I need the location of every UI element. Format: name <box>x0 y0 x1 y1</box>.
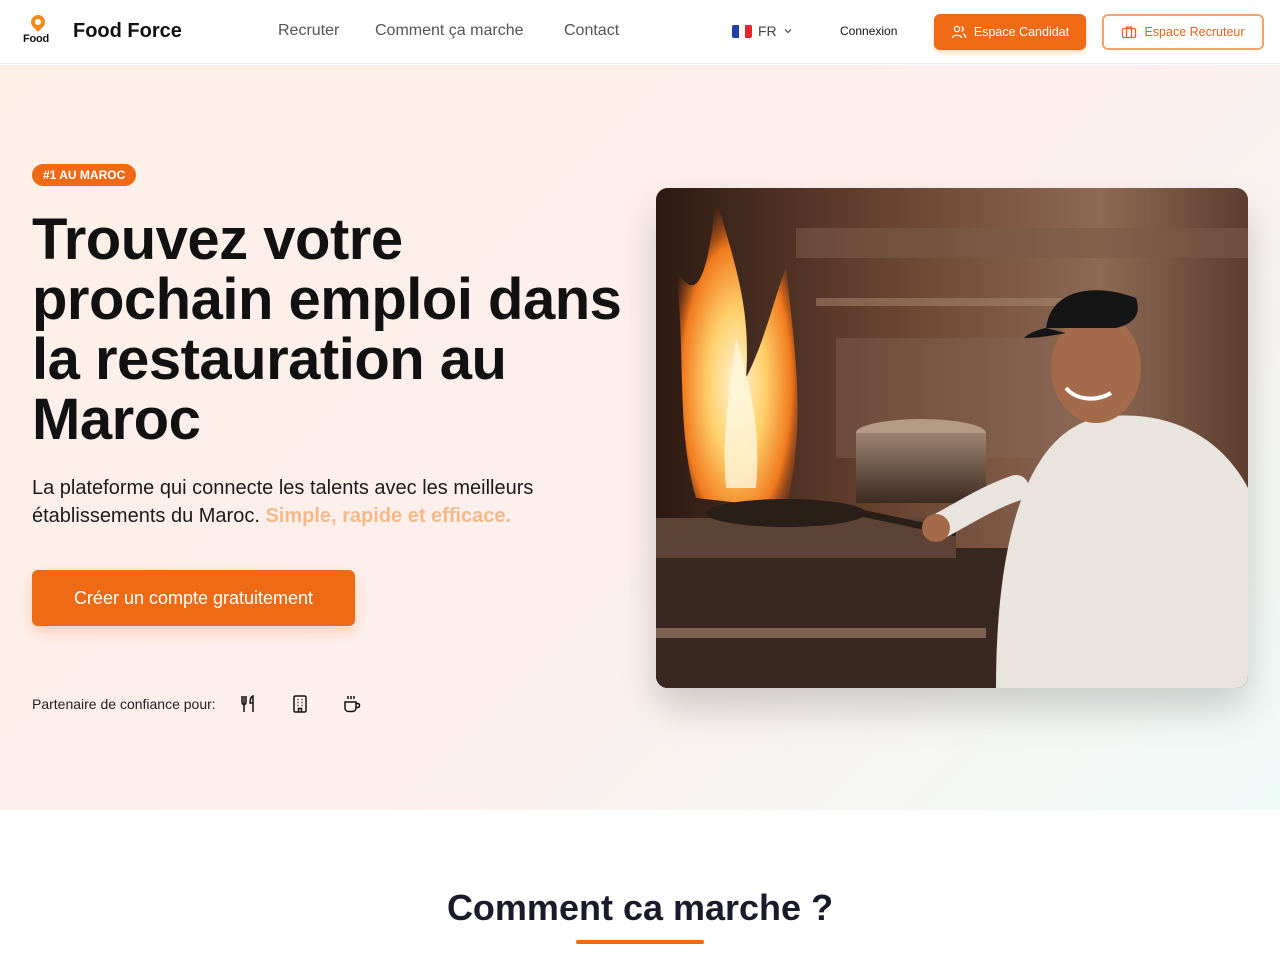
nav-item-recruter[interactable]: Recruter <box>278 22 339 40</box>
nav-item-how-it-works[interactable]: Comment ça marche <box>375 22 524 40</box>
logo-text: Food <box>23 33 50 45</box>
rank-badge: #1 AU MAROC <box>32 164 137 186</box>
utensils-icon <box>228 684 268 724</box>
candidate-space-label: Espace Candidat <box>973 25 1070 39</box>
brand-name[interactable]: Food Force <box>73 20 182 43</box>
create-account-button[interactable]: Créer un compte gratuitement <box>32 570 355 626</box>
brand-logo[interactable]: Food <box>22 12 54 49</box>
language-selector[interactable]: FR <box>732 23 793 39</box>
hero-title: Trouvez votre prochain emploi dans la re… <box>32 207 622 452</box>
recruiter-space-button[interactable]: Espace Recruteur <box>1102 14 1264 50</box>
users-icon <box>951 25 967 39</box>
location-pin-icon <box>28 12 48 32</box>
chef-illustration <box>656 188 1248 688</box>
flag-fr-icon <box>732 24 752 38</box>
candidate-space-button[interactable]: Espace Candidat <box>934 14 1086 50</box>
chevron-down-icon <box>784 29 792 34</box>
coffee-icon <box>332 684 372 724</box>
partners-row: Partenaire de confiance pour: <box>32 684 372 724</box>
recruiter-space-label: Espace Recruteur <box>1144 25 1245 39</box>
section-title-underline <box>576 940 704 944</box>
hero-section: #1 AU MAROC Trouvez votre prochain emplo… <box>0 65 1280 810</box>
hero-lead-accent: Simple, rapide et efficace. <box>265 505 512 527</box>
chef-cooking-photo <box>656 188 1248 688</box>
briefcase-icon <box>1122 26 1137 39</box>
site-header: Food Food Force Recruter Comment ça marc… <box>0 0 1280 64</box>
section-title: Comment ca marche ? <box>446 887 834 928</box>
building-icon <box>280 684 320 724</box>
partners-label: Partenaire de confiance pour: <box>32 696 216 712</box>
nav-item-contact[interactable]: Contact <box>564 22 619 40</box>
login-link[interactable]: Connexion <box>840 24 897 38</box>
hero-lead: La plateforme qui connecte les talents a… <box>32 474 612 530</box>
language-code: FR <box>758 23 777 39</box>
